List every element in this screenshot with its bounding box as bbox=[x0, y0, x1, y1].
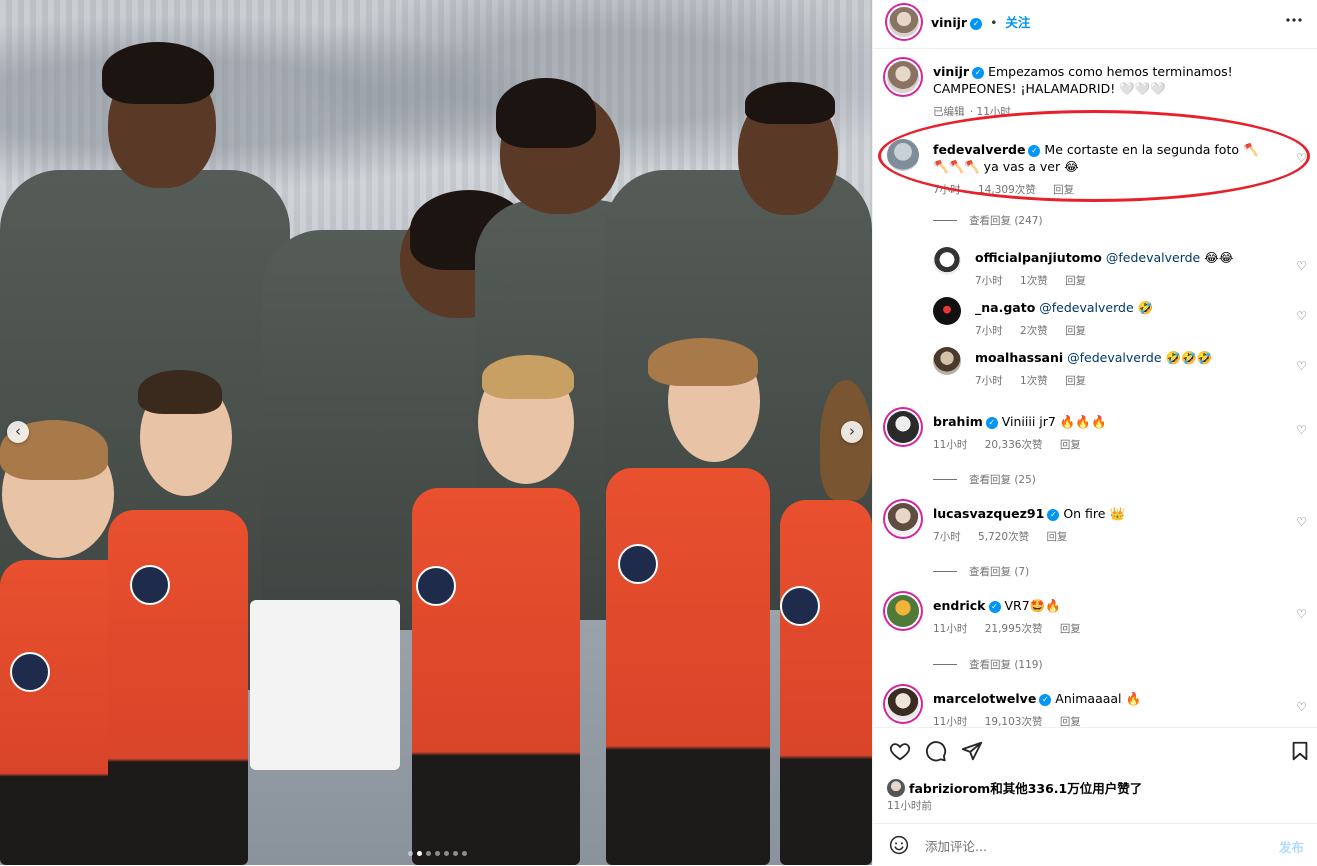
comment-username[interactable]: endrick bbox=[933, 598, 986, 613]
caption-time: 11小时 bbox=[976, 106, 1011, 118]
reply-username[interactable]: _na.gato bbox=[975, 300, 1035, 315]
reply-likes[interactable]: 2次赞 bbox=[1020, 325, 1048, 337]
emoji-icon[interactable] bbox=[889, 835, 909, 855]
liker-avatar bbox=[887, 779, 905, 797]
verified-badge-icon: ✓ bbox=[1028, 145, 1041, 157]
reply-username[interactable]: officialpanjiutomo bbox=[975, 250, 1102, 265]
comment-time: 7小时 bbox=[933, 184, 961, 196]
comment-username[interactable]: brahim bbox=[933, 414, 983, 429]
verified-badge-icon: ✓ bbox=[1039, 694, 1052, 706]
like-comment-icon[interactable]: ♡ bbox=[1296, 151, 1307, 165]
reply-mention[interactable]: @fedevalverde bbox=[1039, 300, 1133, 315]
prev-photo-button[interactable]: ‹ bbox=[7, 421, 29, 443]
reply-time: 7小时 bbox=[975, 325, 1003, 337]
like-comment-icon[interactable]: ♡ bbox=[1296, 700, 1307, 714]
reply-avatar[interactable] bbox=[933, 347, 961, 375]
post-photo: ‹ › bbox=[0, 0, 872, 865]
comment-time: 7小时 bbox=[933, 531, 961, 543]
likes-summary[interactable]: fabriziorom和其他336.1万位用户赞了 bbox=[887, 778, 1142, 797]
comment-likes[interactable]: 19,103次赞 bbox=[985, 716, 1043, 727]
reply-button[interactable]: 回复 bbox=[1053, 184, 1074, 196]
comment-likes[interactable]: 14,309次赞 bbox=[978, 184, 1036, 196]
reply-time: 7小时 bbox=[975, 375, 1003, 387]
verified-badge-icon: ✓ bbox=[985, 417, 998, 429]
comment-time: 11小时 bbox=[933, 716, 968, 727]
reply-text: 🤣🤣🤣 bbox=[1165, 350, 1213, 365]
reply-button[interactable]: 回复 bbox=[1065, 275, 1086, 287]
comment-avatar[interactable] bbox=[887, 595, 919, 627]
reply-button[interactable]: 回复 bbox=[1060, 716, 1081, 727]
reply-likes[interactable]: 1次赞 bbox=[1020, 275, 1048, 287]
comment-username[interactable]: marcelotwelve bbox=[933, 691, 1036, 706]
reply-text: 😂😂 bbox=[1204, 250, 1234, 265]
reply-text: 🤣 bbox=[1137, 300, 1154, 315]
reply-username[interactable]: moalhassani bbox=[975, 350, 1063, 365]
comment-text: On fire 👑 bbox=[1063, 506, 1126, 521]
caption-username[interactable]: vinijr bbox=[933, 64, 969, 79]
author-avatar[interactable] bbox=[889, 7, 919, 37]
caption-avatar[interactable] bbox=[887, 61, 919, 93]
comment-avatar[interactable] bbox=[887, 411, 919, 443]
carousel-indicator bbox=[408, 851, 467, 856]
comment-time: 11小时 bbox=[933, 623, 968, 635]
like-comment-icon[interactable]: ♡ bbox=[1296, 423, 1307, 437]
comment-likes[interactable]: 21,995次赞 bbox=[985, 623, 1043, 635]
author-info: vinijr ✓ • 关注 bbox=[931, 12, 1030, 31]
bookmark-icon[interactable] bbox=[1289, 740, 1311, 762]
post-time: 11小时前 bbox=[887, 800, 932, 812]
separator: • bbox=[990, 15, 998, 30]
heart-icon[interactable] bbox=[889, 740, 911, 762]
like-comment-icon[interactable]: ♡ bbox=[1296, 309, 1307, 323]
author-username[interactable]: vinijr bbox=[931, 15, 967, 30]
comment-avatar[interactable] bbox=[887, 688, 919, 720]
comments-list[interactable]: vinijr ✓ Empezamos como hemos terminamos!… bbox=[873, 49, 1317, 727]
post-comment-button[interactable]: 发布 bbox=[1279, 837, 1304, 856]
reply-avatar[interactable] bbox=[933, 247, 961, 275]
comment-text: Animaaaal 🔥 bbox=[1055, 691, 1142, 706]
edited-label: 已编辑 bbox=[933, 106, 965, 118]
comment-text: VR7🤩🔥 bbox=[1004, 598, 1061, 613]
verified-badge-icon: ✓ bbox=[988, 601, 1001, 613]
share-icon[interactable] bbox=[961, 740, 983, 762]
reply-button[interactable]: 回复 bbox=[1046, 531, 1067, 543]
reply-avatar[interactable] bbox=[933, 297, 961, 325]
view-replies-button[interactable]: 查看回复 (7) bbox=[933, 564, 1029, 579]
comment-icon[interactable] bbox=[925, 740, 947, 762]
verified-badge-icon: ✓ bbox=[1047, 509, 1060, 521]
verified-badge-icon: ✓ bbox=[970, 18, 983, 30]
reply-mention[interactable]: @fedevalverde bbox=[1106, 250, 1200, 265]
add-comment-bar: 发布 bbox=[873, 823, 1317, 866]
next-photo-button[interactable]: › bbox=[841, 421, 863, 443]
like-comment-icon[interactable]: ♡ bbox=[1296, 359, 1307, 373]
comment-avatar[interactable] bbox=[887, 139, 919, 171]
reply-mention[interactable]: @fedevalverde bbox=[1067, 350, 1161, 365]
more-options-icon[interactable] bbox=[1284, 10, 1304, 35]
like-comment-icon[interactable]: ♡ bbox=[1296, 515, 1307, 529]
comment-likes[interactable]: 20,336次赞 bbox=[985, 439, 1043, 451]
view-replies-button[interactable]: 查看回复 (247) bbox=[933, 213, 1043, 228]
post-side-panel: vinijr ✓ • 关注 vinijr ✓ Empezamos como hemo… bbox=[872, 0, 1317, 865]
reply-time: 7小时 bbox=[975, 275, 1003, 287]
comment-avatar[interactable] bbox=[887, 503, 919, 535]
follow-button[interactable]: 关注 bbox=[1005, 15, 1030, 30]
reply-button[interactable]: 回复 bbox=[1065, 325, 1086, 337]
likes-text[interactable]: fabriziorom和其他336.1万位用户赞了 bbox=[909, 781, 1142, 796]
comment-time: 11小时 bbox=[933, 439, 968, 451]
reply-likes[interactable]: 1次赞 bbox=[1020, 375, 1048, 387]
reply-button[interactable]: 回复 bbox=[1065, 375, 1086, 387]
verified-badge-icon: ✓ bbox=[972, 67, 985, 79]
comment-text: Viniiii jr7 🔥🔥🔥 bbox=[1001, 414, 1107, 429]
comment-input[interactable] bbox=[923, 834, 1257, 858]
comment-username[interactable]: lucasvazquez91 bbox=[933, 506, 1044, 521]
like-comment-icon[interactable]: ♡ bbox=[1296, 607, 1307, 621]
reply-button[interactable]: 回复 bbox=[1060, 439, 1081, 451]
post-header: vinijr ✓ • 关注 bbox=[873, 0, 1317, 49]
reply-button[interactable]: 回复 bbox=[1060, 623, 1081, 635]
comment-username[interactable]: fedevalverde bbox=[933, 142, 1025, 157]
view-replies-button[interactable]: 查看回复 (25) bbox=[933, 472, 1036, 487]
like-comment-icon[interactable]: ♡ bbox=[1296, 259, 1307, 273]
post-actions: fabriziorom和其他336.1万位用户赞了 11小时前 bbox=[873, 727, 1317, 824]
comment-likes[interactable]: 5,720次赞 bbox=[978, 531, 1029, 543]
view-replies-button[interactable]: 查看回复 (119) bbox=[933, 657, 1043, 672]
